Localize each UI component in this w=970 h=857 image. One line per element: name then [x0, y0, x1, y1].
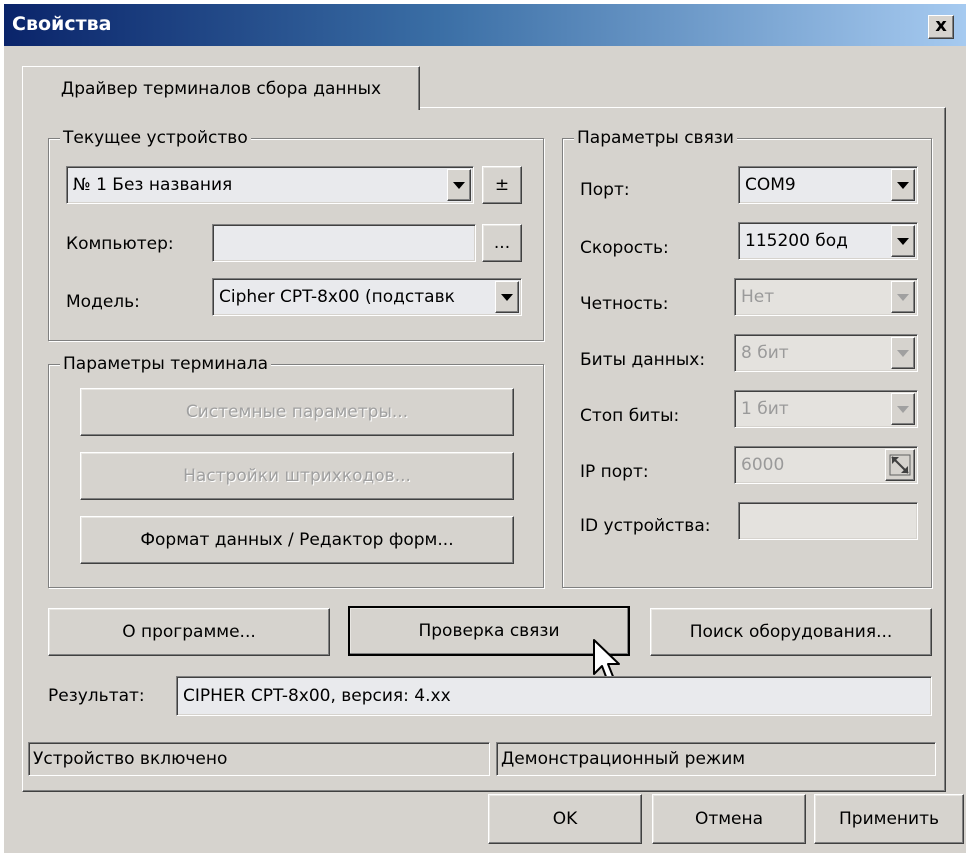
speed-dropdown-button[interactable]: [891, 225, 915, 257]
apply-button[interactable]: Применить: [814, 794, 964, 844]
title-bar[interactable]: [4, 4, 966, 46]
chevron-down-icon: [501, 293, 513, 301]
data-format-button[interactable]: Формат данных / Редактор форм...: [80, 516, 514, 564]
parity-label: Четность:: [580, 294, 669, 314]
device-select-value: № 1 Без названия: [73, 175, 233, 195]
parity-select-value: Нет: [741, 287, 775, 307]
current-device-legend: Текущее устройство: [60, 128, 251, 148]
model-dropdown-button[interactable]: [495, 281, 519, 313]
deviceid-field[interactable]: [738, 502, 918, 540]
close-icon: x: [935, 15, 947, 36]
browse-computer-button[interactable]: ...: [482, 224, 522, 262]
check-connection-button[interactable]: Проверка связи: [348, 606, 630, 656]
cancel-button[interactable]: Отмена: [652, 794, 806, 844]
parity-select[interactable]: Нет: [734, 278, 918, 316]
databits-label: Биты данных:: [580, 350, 706, 370]
chevron-down-icon: [897, 293, 909, 301]
speed-select-value: 115200 бод: [745, 231, 848, 251]
model-select-value: Cipher CPT-8x00 (подставк: [219, 287, 455, 307]
barcode-settings-button[interactable]: Настройки штрихкодов...: [80, 452, 514, 500]
ipport-spin-button[interactable]: [885, 449, 915, 481]
stopbits-label: Стоп биты:: [580, 406, 680, 426]
window-title: Свойства: [12, 13, 112, 35]
result-label: Результат:: [48, 686, 145, 706]
databits-dropdown-button[interactable]: [891, 337, 915, 369]
parity-dropdown-button[interactable]: [891, 281, 915, 313]
status-device: Устройство включено: [28, 742, 490, 776]
device-select[interactable]: № 1 Без названия: [66, 166, 474, 204]
databits-select[interactable]: 8 бит: [734, 334, 918, 372]
terminal-params-legend: Параметры терминала: [60, 354, 272, 374]
model-select[interactable]: Cipher CPT-8x00 (подставк: [212, 278, 522, 316]
stopbits-select[interactable]: 1 бит: [734, 390, 918, 428]
model-label: Модель:: [66, 292, 140, 312]
chevron-down-icon: [897, 349, 909, 357]
ipport-value: 6000: [741, 455, 785, 475]
port-label: Порт:: [580, 180, 630, 200]
chevron-down-icon: [897, 405, 909, 413]
deviceid-label: ID устройства:: [580, 516, 711, 536]
ipport-label: IP порт:: [580, 462, 649, 482]
about-button[interactable]: О программе...: [48, 608, 330, 656]
result-field[interactable]: CIPHER CPT-8x00, версия: 4.xx: [176, 676, 932, 716]
connection-params-legend: Параметры связи: [574, 128, 737, 148]
status-mode: Демонстрационный режим: [496, 742, 936, 776]
tab-driver[interactable]: Драйвер терминалов сбора данных: [22, 66, 420, 110]
device-dropdown-button[interactable]: [447, 169, 471, 201]
add-remove-device-button[interactable]: ±: [482, 166, 522, 204]
chevron-down-icon: [897, 237, 909, 245]
close-button[interactable]: x: [928, 15, 954, 39]
computer-label: Компьютер:: [66, 234, 174, 254]
system-params-button[interactable]: Системные параметры...: [80, 388, 514, 436]
ok-button[interactable]: OK: [488, 794, 642, 844]
spin-icon: [889, 454, 911, 476]
port-select[interactable]: COM9: [738, 166, 918, 204]
chevron-down-icon: [897, 181, 909, 189]
port-dropdown-button[interactable]: [891, 169, 915, 201]
ipport-field[interactable]: 6000: [734, 446, 918, 484]
search-equipment-button[interactable]: Поиск оборудования...: [650, 608, 932, 656]
chevron-down-icon: [453, 181, 465, 189]
stopbits-dropdown-button[interactable]: [891, 393, 915, 425]
computer-field[interactable]: [212, 224, 476, 262]
port-select-value: COM9: [745, 175, 796, 195]
speed-label: Скорость:: [580, 238, 669, 258]
speed-select[interactable]: 115200 бод: [738, 222, 918, 260]
stopbits-select-value: 1 бит: [741, 399, 789, 419]
databits-select-value: 8 бит: [741, 343, 789, 363]
